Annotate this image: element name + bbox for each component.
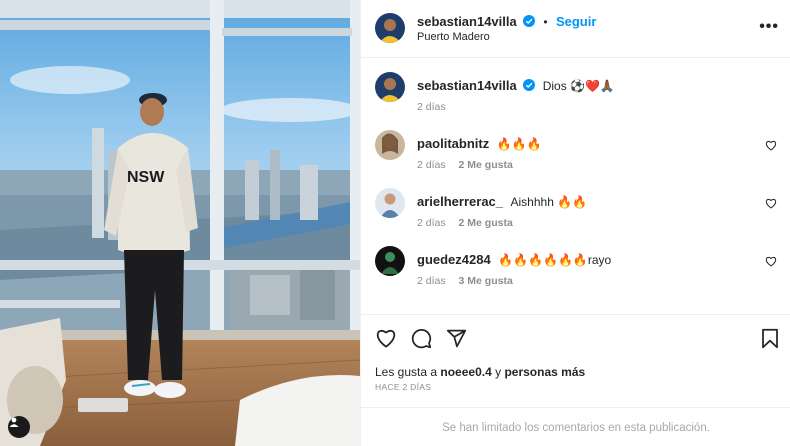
caption-text-line: sebastian14villa Dios ⚽❤️🙏🏾: [417, 78, 615, 93]
post-location[interactable]: Puerto Madero: [417, 31, 490, 43]
comment-text: 🔥🔥🔥: [496, 137, 542, 151]
comment-likes[interactable]: 2 Me gusta: [459, 159, 513, 171]
instagram-post: NSW sebastian14villa • Seguir Puerto Mad…: [0, 0, 790, 446]
author-avatar[interactable]: [375, 13, 405, 43]
comment-text: Aishhhh 🔥🔥: [510, 195, 588, 209]
caption-text: Dios ⚽❤️🙏🏾: [542, 79, 615, 93]
comment-like-heart-icon[interactable]: [765, 256, 777, 267]
likes-prefix: Les gusta a: [375, 365, 438, 379]
comment-meta: 2 días 2 Me gusta: [417, 217, 513, 229]
post-side-panel: sebastian14villa • Seguir Puerto Madero …: [360, 0, 790, 446]
likes-user[interactable]: noeee0.4: [440, 365, 491, 379]
comment-like-heart-icon[interactable]: [765, 140, 777, 151]
comment-text: 🔥🔥🔥🔥🔥🔥rayo: [498, 253, 612, 267]
action-icons: [375, 328, 467, 349]
comment-username[interactable]: paolitabnitz: [417, 136, 489, 151]
post-author-username[interactable]: sebastian14villa: [417, 14, 517, 29]
comment-meta: 2 días 3 Me gusta: [417, 275, 513, 287]
comment-text-line: paolitabnitz 🔥🔥🔥: [417, 136, 542, 151]
likes-others[interactable]: personas más: [504, 365, 585, 379]
comment-username[interactable]: arielherrerac_: [417, 194, 503, 209]
comment-like-heart-icon[interactable]: [765, 198, 777, 209]
comment-bubble-icon[interactable]: [411, 328, 432, 349]
comment-text-line: guedez4284 🔥🔥🔥🔥🔥🔥rayo: [417, 252, 611, 267]
follow-button[interactable]: Seguir: [556, 14, 596, 29]
comments-limited-notice: Se han limitado los comentarios en esta …: [361, 407, 790, 446]
comment-text-line: arielherrerac_ Aishhhh 🔥🔥: [417, 194, 587, 209]
verified-badge-icon: [523, 79, 536, 91]
post-header: sebastian14villa • Seguir Puerto Madero …: [361, 0, 790, 58]
comment-time[interactable]: 2 días: [417, 217, 446, 229]
post-date[interactable]: HACE 2 DÍAS: [375, 382, 431, 392]
likes-summary: Les gusta a noeee0.4 y personas más: [375, 365, 585, 379]
paper-plane-icon[interactable]: [446, 328, 467, 349]
comment-avatar[interactable]: [375, 130, 405, 160]
ellipsis-icon[interactable]: •••: [759, 18, 779, 36]
comment-avatar[interactable]: [375, 188, 405, 218]
heart-outline-icon[interactable]: [375, 328, 397, 348]
comment-time[interactable]: 2 días: [417, 275, 446, 287]
separator-dot: •: [543, 15, 548, 29]
comment-username[interactable]: guedez4284: [417, 252, 491, 267]
comment-avatar[interactable]: [375, 246, 405, 276]
caption-time[interactable]: 2 días: [417, 101, 446, 113]
post-author-line: sebastian14villa • Seguir: [417, 14, 596, 29]
caption-avatar[interactable]: [375, 72, 405, 102]
photo-illustration: NSW: [0, 0, 360, 446]
comment-time[interactable]: 2 días: [417, 159, 446, 171]
comment-likes[interactable]: 3 Me gusta: [459, 275, 513, 287]
user-tag-icon[interactable]: [8, 416, 30, 438]
caption-username[interactable]: sebastian14villa: [417, 78, 517, 93]
bookmark-icon[interactable]: [761, 328, 779, 349]
caption-meta: 2 días: [417, 101, 446, 113]
comment-likes[interactable]: 2 Me gusta: [459, 217, 513, 229]
likes-middle: y: [495, 365, 502, 379]
post-photo[interactable]: NSW: [0, 0, 360, 446]
post-actions-section: Les gusta a noeee0.4 y personas más HACE…: [361, 314, 790, 446]
svg-text:NSW: NSW: [127, 169, 165, 186]
verified-badge-icon: [523, 15, 536, 27]
comment-meta: 2 días 2 Me gusta: [417, 159, 513, 171]
